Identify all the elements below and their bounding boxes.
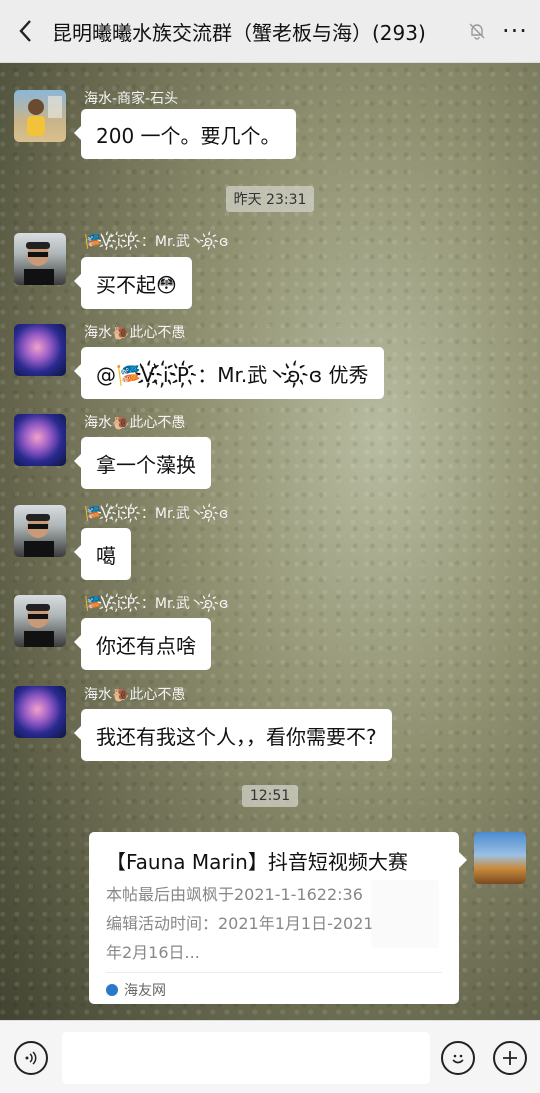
person-avatar-sunglasses[interactable] (14, 505, 66, 557)
message-text: 你还有点啥 (96, 633, 196, 658)
link-card-description: 本帖最后由飒枫于2021-1-1622:36编辑活动时间：2021年1月1日-2… (106, 885, 374, 962)
link-card-title: 【Fauna Marin】抖音短视频大赛 (106, 850, 408, 874)
link-card-thumbnail (371, 880, 439, 948)
back-button[interactable] (0, 0, 52, 62)
person-avatar-sunglasses[interactable] (14, 233, 66, 285)
link-card[interactable]: 【Fauna Marin】抖音短视频大赛 本帖最后由飒枫于2021-1-1622… (89, 832, 467, 1004)
bell-off-icon (469, 23, 485, 40)
voice-button[interactable] (14, 1041, 48, 1075)
source-logo-icon (106, 984, 118, 996)
jellyfish-avatar[interactable] (14, 686, 66, 738)
person-avatar-sunglasses[interactable] (14, 595, 66, 647)
message-text: 买不起😳 (96, 272, 177, 297)
emoji-icon (452, 1054, 464, 1064)
chat-screen: 昆明曦曦水族交流群（蟹老板与海）(293) ··· 海水-商家-石头 200 一… (0, 0, 540, 1093)
mute-indicator (464, 22, 490, 40)
message-bubble[interactable]: 我还有我这个人，，看你需要不? (74, 709, 392, 761)
message-text: 我还有我这个人，，看你需要不? (96, 724, 377, 749)
message-bubble[interactable]: 噶 (74, 528, 131, 580)
voice-icon (25, 1051, 37, 1065)
message-bubble[interactable]: 你还有点啥 (74, 618, 211, 670)
plus-icon (503, 1051, 517, 1065)
sender-name: 海水🐌此心不愚 (84, 325, 186, 341)
message-bubble[interactable]: @🎏V҉i҉P҉：Mr.武丶ʚ҉ɞ 优秀 (74, 347, 384, 399)
plus-button[interactable] (493, 1041, 527, 1075)
sender-name: 海水🐌此心不愚 (84, 415, 186, 431)
jellyfish-avatar[interactable] (14, 324, 66, 376)
chevron-left-icon (19, 20, 31, 42)
message-bubble[interactable]: 拿一个藻换 (74, 437, 211, 489)
message-text: @🎏V҉i҉P҉：Mr.武丶ʚ҉ɞ 优秀 (96, 362, 369, 387)
timestamp: 昨天 23:31 (0, 186, 540, 212)
message-input[interactable] (62, 1032, 430, 1084)
link-card-source: 海友网 (106, 980, 166, 1000)
chat-title[interactable]: 昆明曦曦水族交流群（蟹老板与海）(293) (52, 17, 464, 46)
sender-name: 🎏V҉i҉P҉：Mr.武丶ʚ҉ɞ (84, 506, 229, 522)
jellyfish-avatar[interactable] (14, 414, 66, 466)
more-dots-icon: ··· (502, 17, 528, 45)
sender-name: 海水🐌此心不愚 (84, 687, 186, 703)
self-avatar[interactable] (474, 832, 526, 884)
person-avatar-boy[interactable] (14, 90, 66, 142)
divider (106, 972, 442, 973)
message-text: 拿一个藻换 (96, 452, 196, 477)
emoji-button[interactable] (441, 1041, 475, 1075)
message-text: 噶 (96, 543, 116, 568)
sender-name: 🎏V҉i҉P҉：Mr.武丶ʚ҉ɞ (84, 234, 229, 250)
source-name: 海友网 (124, 983, 166, 999)
timestamp: 12:51 (0, 785, 540, 807)
sender-name: 海水-商家-石头 (84, 91, 179, 107)
sender-name: 🎏V҉i҉P҉：Mr.武丶ʚ҉ɞ (84, 596, 229, 612)
input-toolbar (0, 1020, 540, 1093)
chat-header: 昆明曦曦水族交流群（蟹老板与海）(293) ··· (0, 0, 540, 63)
message-text: 200 一个。要几个。 (96, 123, 281, 148)
message-bubble[interactable]: 200 一个。要几个。 (74, 109, 296, 159)
more-button[interactable]: ··· (490, 17, 540, 45)
message-bubble[interactable]: 买不起😳 (74, 257, 192, 309)
